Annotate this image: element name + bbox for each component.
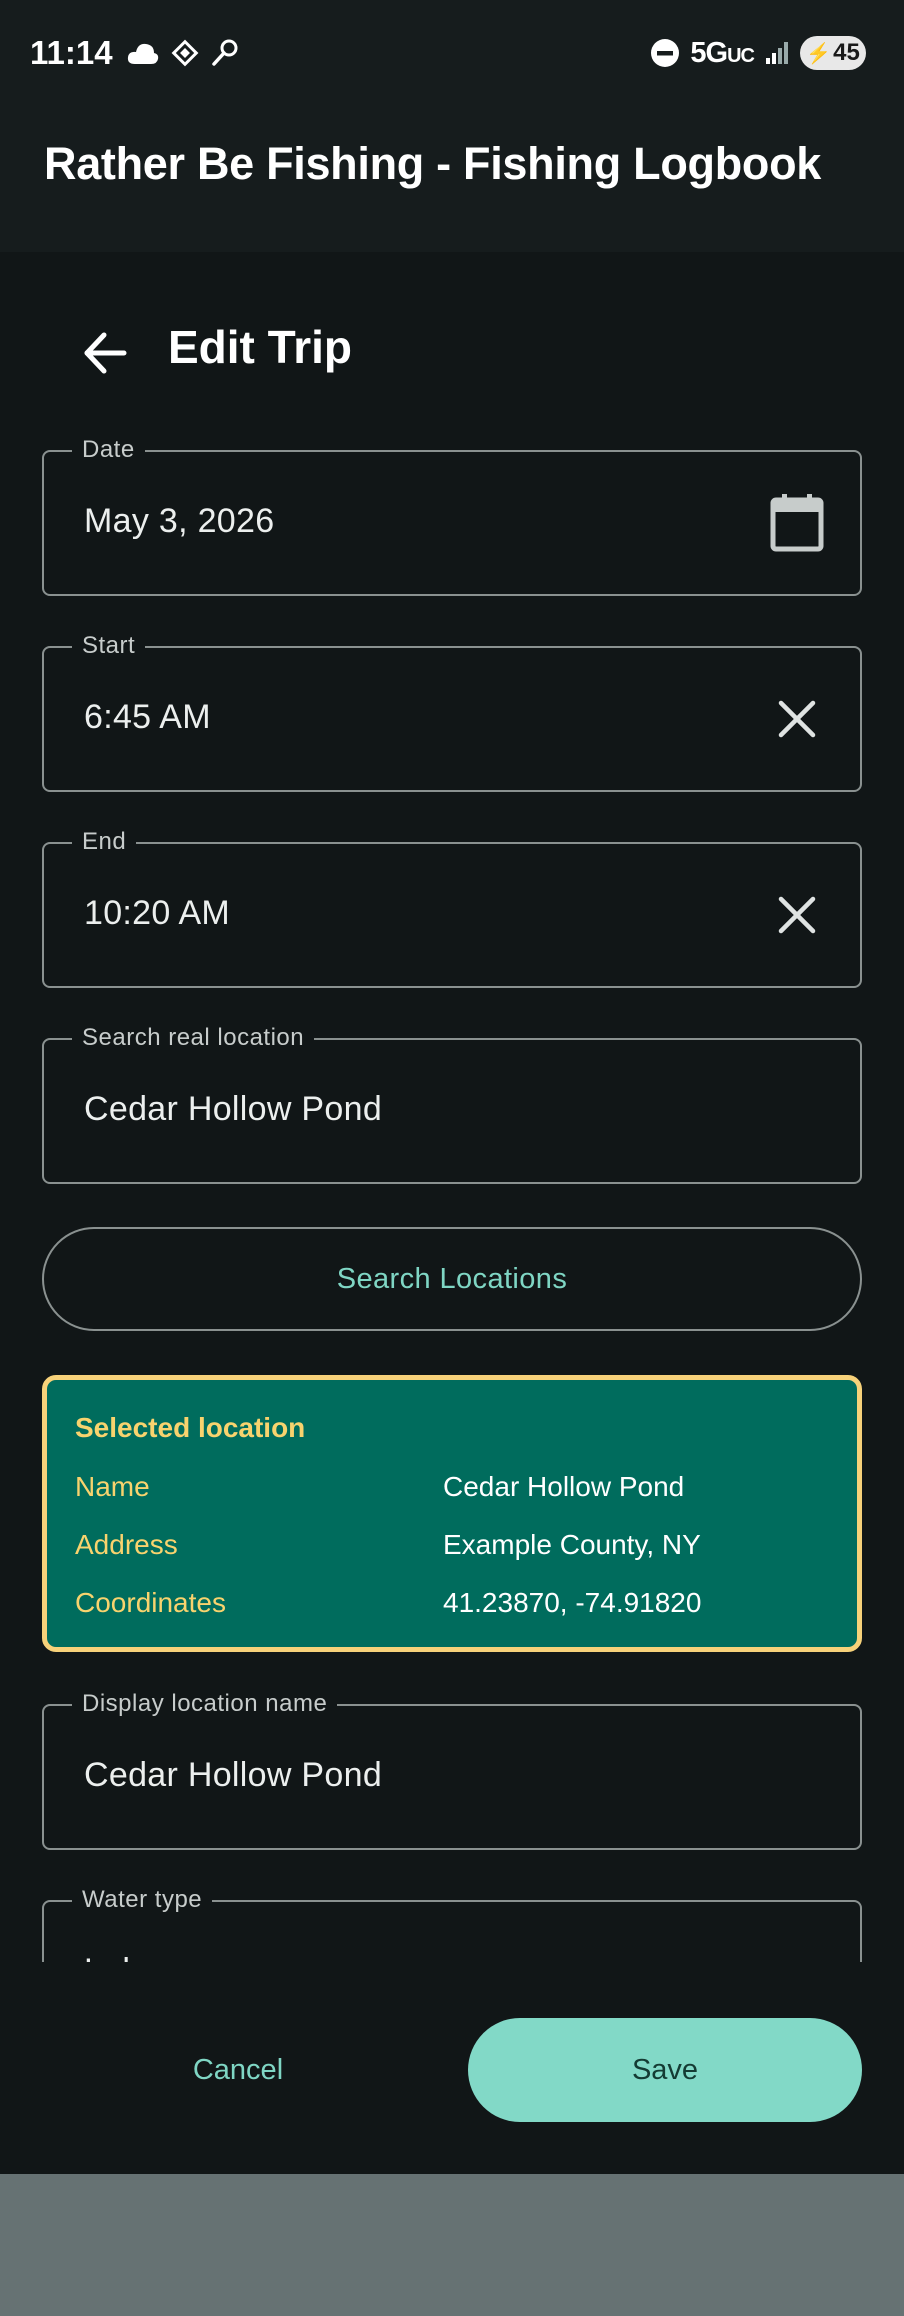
bottom-panel [0, 2174, 904, 2316]
location-coordinates-key: Coordinates [75, 1587, 226, 1618]
date-field[interactable]: Date May 3, 2026 [42, 436, 862, 596]
location-address-key: Address [75, 1529, 178, 1560]
location-name-key: Name [75, 1471, 150, 1502]
clear-icon [778, 896, 816, 934]
clear-end-button[interactable] [764, 882, 830, 948]
status-system-icons: 5GUC ⚡ 45 [650, 36, 866, 70]
app-title: Rather Be Fishing - Fishing Logbook [44, 138, 821, 189]
status-bar: 11:14 5GUC ⚡ 45 [0, 0, 904, 110]
signal-icon [766, 42, 788, 64]
selected-location-heading: Selected location [75, 1412, 306, 1443]
date-field-value: May 3, 2026 [84, 502, 275, 540]
display-location-name-label: Display location name [72, 1690, 338, 1718]
start-time-value: 6:45 AM [84, 698, 211, 736]
date-field-label: Date [72, 436, 145, 464]
end-time-field[interactable]: End 10:20 AM [42, 828, 862, 988]
search-location-label: Search real location [72, 1024, 315, 1052]
location-address-value: Example County, NY [443, 1529, 701, 1560]
brush-icon [212, 39, 238, 66]
display-location-name-field[interactable]: Display location name Cedar Hollow Pond [42, 1690, 862, 1850]
network-label: 5GUC [690, 36, 755, 69]
app-bar: Rather Be Fishing - Fishing Logbook [0, 110, 904, 252]
selected-location-card: Selected location Name Cedar Hollow Pond… [42, 1375, 862, 1652]
clear-icon [778, 700, 816, 738]
date-picker-button[interactable] [764, 490, 830, 556]
battery-charging-icon: ⚡ 45 [800, 36, 866, 70]
clear-start-button[interactable] [764, 686, 830, 752]
display-location-name-value: Cedar Hollow Pond [84, 1756, 383, 1794]
calendar-icon [770, 494, 824, 552]
back-button[interactable] [72, 320, 138, 386]
cloud-icon [127, 43, 159, 64]
water-type-field[interactable]: Water type Lake [42, 1886, 862, 1962]
water-type-label: Water type [72, 1886, 213, 1914]
status-time: 11:14 [30, 34, 113, 71]
arrow-back-icon [84, 332, 127, 374]
start-time-label: Start [72, 632, 146, 660]
page-title: Edit Trip [168, 321, 352, 373]
save-button[interactable]: Save [468, 2018, 862, 2122]
start-time-field[interactable]: Start 6:45 AM [42, 632, 862, 792]
scroll-clip: Water type Lake [0, 1880, 904, 1962]
search-location-input[interactable]: Search real location Cedar Hollow Pond [42, 1024, 862, 1184]
search-locations-button[interactable]: Search Locations [42, 1227, 862, 1331]
status-notification-icons [126, 38, 240, 68]
location-name-value: Cedar Hollow Pond [443, 1471, 685, 1502]
do-not-disturb-icon [651, 39, 680, 67]
end-time-value: 10:20 AM [84, 894, 231, 932]
end-time-label: End [72, 828, 137, 856]
diamond-icon [171, 39, 199, 67]
cancel-button[interactable]: Cancel [118, 2018, 358, 2122]
battery-level: 45 [833, 39, 860, 66]
water-type-value: Lake [84, 1952, 159, 1962]
search-location-value: Cedar Hollow Pond [84, 1090, 383, 1128]
location-coordinates-value: 41.23870, -74.91820 [443, 1587, 702, 1618]
